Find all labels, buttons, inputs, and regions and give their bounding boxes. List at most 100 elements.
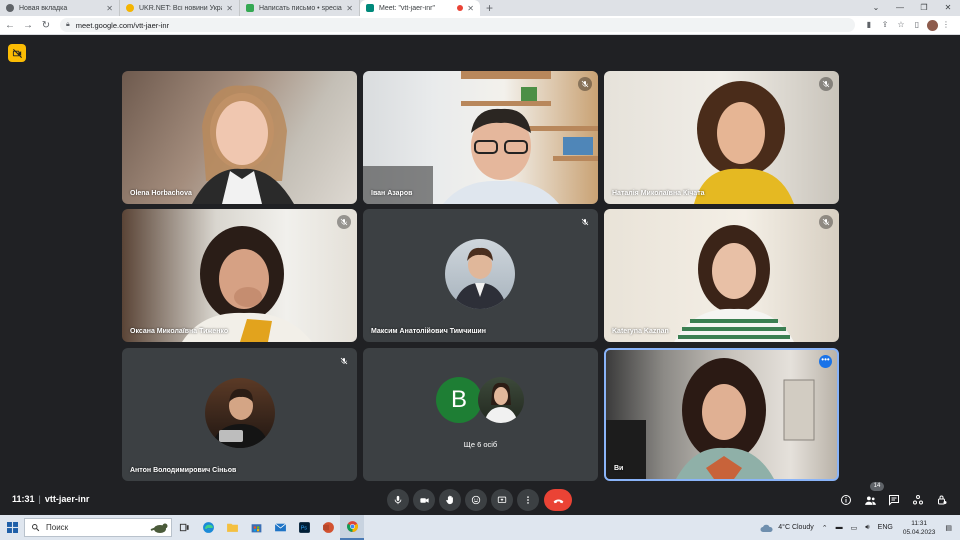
- taskbar-search-input[interactable]: Поиск: [24, 518, 172, 537]
- video-icon: [419, 497, 429, 503]
- participant-video: [182, 226, 312, 342]
- close-icon[interactable]: ✕: [467, 4, 474, 13]
- meeting-details-button[interactable]: [838, 492, 854, 508]
- participant-name: Olena Horbachova: [130, 190, 192, 197]
- participant-tile[interactable]: Оксана Миколаївна Тиженко: [122, 209, 357, 342]
- raise-hand-button[interactable]: [439, 489, 461, 511]
- store-icon: [251, 524, 261, 533]
- participant-tile[interactable]: Іван Азаров: [363, 71, 598, 204]
- participant-name: Максим Анатолійович Тимчишин: [371, 328, 486, 335]
- tab-mail[interactable]: Написать письмо • specially@u ✕: [240, 0, 360, 16]
- taskbar-app-mail[interactable]: [268, 515, 292, 540]
- chevron-up-icon[interactable]: ⌃: [822, 524, 828, 532]
- close-icon[interactable]: ✕: [106, 4, 113, 13]
- mic-off-indicator: [337, 215, 351, 229]
- participant-tile[interactable]: Максим Анатолійович Тимчишин: [363, 209, 598, 342]
- recording-dot-icon: [457, 5, 464, 11]
- mic-off-indicator: [578, 77, 592, 91]
- mic-button[interactable]: [387, 489, 409, 511]
- tab-new[interactable]: Новая вкладка ✕: [0, 0, 120, 16]
- more-participants-tile[interactable]: B Ще 6 осіб: [363, 348, 598, 481]
- mic-off-indicator: [819, 77, 833, 91]
- camera-button[interactable]: [413, 489, 435, 511]
- windows-logo-icon: [6, 522, 18, 533]
- camera-off-badge[interactable]: [8, 44, 26, 62]
- mic-icon: [394, 495, 402, 505]
- mic-off-icon: [822, 80, 830, 88]
- start-button[interactable]: [0, 515, 24, 540]
- new-tab-button[interactable]: +: [486, 0, 493, 16]
- tab-label: Написать письмо • specially@u: [259, 4, 342, 12]
- profile-avatar[interactable]: [927, 19, 938, 31]
- powerpoint-icon: [322, 522, 334, 533]
- taskbar-app-photoshop[interactable]: Ps: [292, 515, 316, 540]
- language-indicator[interactable]: ENG: [878, 524, 893, 531]
- cloud-icon: [760, 524, 773, 532]
- network-icon[interactable]: ▭: [851, 524, 858, 532]
- self-view-tile[interactable]: ••• Ви: [604, 348, 839, 481]
- separator: |: [38, 494, 41, 504]
- reactions-button[interactable]: [465, 489, 487, 511]
- taskbar-app-explorer[interactable]: [220, 515, 244, 540]
- bookmark-star-icon[interactable]: ☆: [893, 20, 909, 31]
- tab-search-icon[interactable]: ⌄: [864, 0, 888, 16]
- forward-icon[interactable]: →: [20, 20, 36, 31]
- close-icon[interactable]: ✕: [346, 4, 353, 13]
- chat-button[interactable]: [886, 492, 902, 508]
- close-icon[interactable]: ✕: [226, 4, 233, 13]
- minimize-icon[interactable]: —: [888, 0, 912, 16]
- menu-icon[interactable]: ⋮: [938, 20, 954, 31]
- task-view-button[interactable]: [172, 515, 196, 540]
- url-field[interactable]: 🔒︎ meet.google.com/vtt-jaer-inr: [60, 18, 855, 32]
- weather-text[interactable]: 4°C Cloudy: [778, 524, 813, 531]
- clock[interactable]: 11:31 05.04.2023: [903, 519, 936, 537]
- lock-person-icon: [938, 495, 947, 505]
- activities-button[interactable]: [910, 492, 926, 508]
- share-icon[interactable]: ⇪: [877, 20, 893, 31]
- camera-in-use-icon[interactable]: ▮: [861, 20, 877, 31]
- notifications-icon[interactable]: ▤: [945, 524, 952, 532]
- mic-off-icon: [581, 80, 589, 88]
- ukrnet-favicon-icon: [126, 4, 134, 12]
- people-icon: [864, 495, 876, 505]
- participant-tile[interactable]: Антон Володимирович Сіньов: [122, 348, 357, 481]
- people-button[interactable]: [862, 492, 878, 508]
- taskbar-app-powerpoint[interactable]: [316, 515, 340, 540]
- volume-icon[interactable]: 🔊︎: [865, 524, 869, 532]
- svg-text:Ps: Ps: [300, 526, 307, 532]
- avatar-photo: [211, 388, 269, 448]
- window-close-icon[interactable]: ✕: [936, 0, 960, 16]
- more-options-button[interactable]: •••: [819, 355, 832, 368]
- participant-tile[interactable]: Olena Horbachova: [122, 71, 357, 204]
- reload-icon[interactable]: ↻: [38, 20, 54, 31]
- tab-ukrnet[interactable]: UKR.NET: Всі новини України, о ✕: [120, 0, 240, 16]
- participant-tile[interactable]: Kateryna Kaznan: [604, 209, 839, 342]
- info-icon: [841, 495, 851, 505]
- participant-video: [674, 225, 794, 342]
- taskbar-app-chrome[interactable]: [340, 515, 364, 540]
- folder-icon: [226, 523, 238, 532]
- avatar-photo: [484, 382, 518, 423]
- meeting-info: 11:31 | vtt-jaer-inr: [12, 494, 89, 504]
- present-button[interactable]: [491, 489, 513, 511]
- clock-time: 11:31: [911, 519, 927, 527]
- back-icon[interactable]: ←: [2, 20, 18, 31]
- clock-date: 05.04.2023: [902, 528, 936, 536]
- leave-call-button[interactable]: [544, 489, 572, 511]
- taskbar-app-store[interactable]: [244, 515, 268, 540]
- camera-tray-icon[interactable]: ▬: [836, 524, 843, 531]
- participant-tile[interactable]: Наталія Миколаївна Кічата: [604, 71, 839, 204]
- mail-icon: [274, 523, 286, 532]
- meeting-time: 11:31: [12, 494, 35, 504]
- lock-icon[interactable]: 🔒︎: [66, 21, 70, 29]
- restore-icon[interactable]: ❐: [912, 0, 936, 16]
- host-controls-button[interactable]: [934, 492, 950, 508]
- taskbar-app-edge[interactable]: [196, 515, 220, 540]
- tab-meet[interactable]: Meet: "vtt-jaer-inr" ✕: [360, 0, 480, 16]
- more-options-button[interactable]: [517, 489, 539, 511]
- search-icon: [32, 524, 40, 532]
- os-taskbar: Поиск Ps 4°C Cloudy ⌃ ▬ ▭ 🔊︎ ENG 11:31 0…: [0, 515, 960, 540]
- extensions-icon[interactable]: ▯: [909, 20, 925, 31]
- meet-main: Olena Horbachova Іван Азаров Наталія Мик…: [0, 35, 960, 515]
- meeting-code: vtt-jaer-inr: [44, 494, 90, 504]
